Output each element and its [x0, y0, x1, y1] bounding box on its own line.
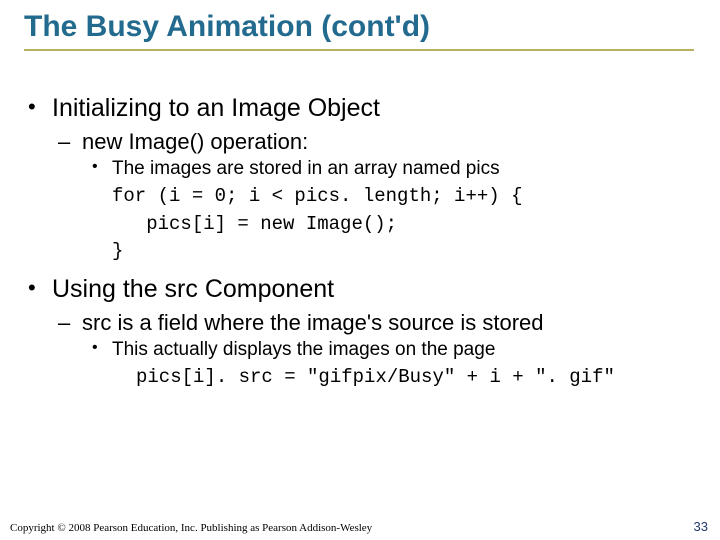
bullet-text: Using the src Component — [52, 275, 334, 303]
bullet-item: Initializing to an Image Object new Imag… — [24, 93, 696, 266]
bullet-item: Using the src Component src is a field w… — [24, 274, 696, 392]
bullet-text: Initializing to an Image Object — [52, 94, 380, 122]
bullet-list-level3: This actually displays the images on the… — [82, 338, 696, 362]
bullet-text: new Image() operation: — [82, 129, 308, 154]
bullet-item: This actually displays the images on the… — [82, 338, 696, 362]
bullet-item: The images are stored in an array named … — [82, 157, 696, 181]
page-number: 33 — [694, 519, 708, 534]
bullet-list-level1: Initializing to an Image Object new Imag… — [24, 93, 696, 392]
slide-title: The Busy Animation (cont'd) — [24, 10, 696, 45]
bullet-item: src is a field where the image's source … — [52, 309, 696, 392]
bullet-text: This actually displays the images on the… — [112, 339, 495, 360]
title-underline — [24, 49, 694, 51]
code-line: pics[i]. src = "gifpix/Busy" + i + ". gi… — [136, 364, 696, 392]
slide: The Busy Animation (cont'd) Initializing… — [0, 0, 720, 540]
bullet-list-level3: The images are stored in an array named … — [82, 157, 696, 181]
copyright-footer: Copyright © 2008 Pearson Education, Inc.… — [10, 522, 372, 534]
bullet-text: The images are stored in an array named … — [112, 158, 500, 179]
code-block: for (i = 0; i < pics. length; i++) { pic… — [112, 183, 696, 266]
bullet-list-level2: src is a field where the image's source … — [52, 309, 696, 392]
bullet-item: new Image() operation: The images are st… — [52, 128, 696, 266]
bullet-text: src is a field where the image's source … — [82, 310, 544, 335]
slide-body: Initializing to an Image Object new Imag… — [24, 93, 696, 392]
bullet-list-level2: new Image() operation: The images are st… — [52, 128, 696, 266]
